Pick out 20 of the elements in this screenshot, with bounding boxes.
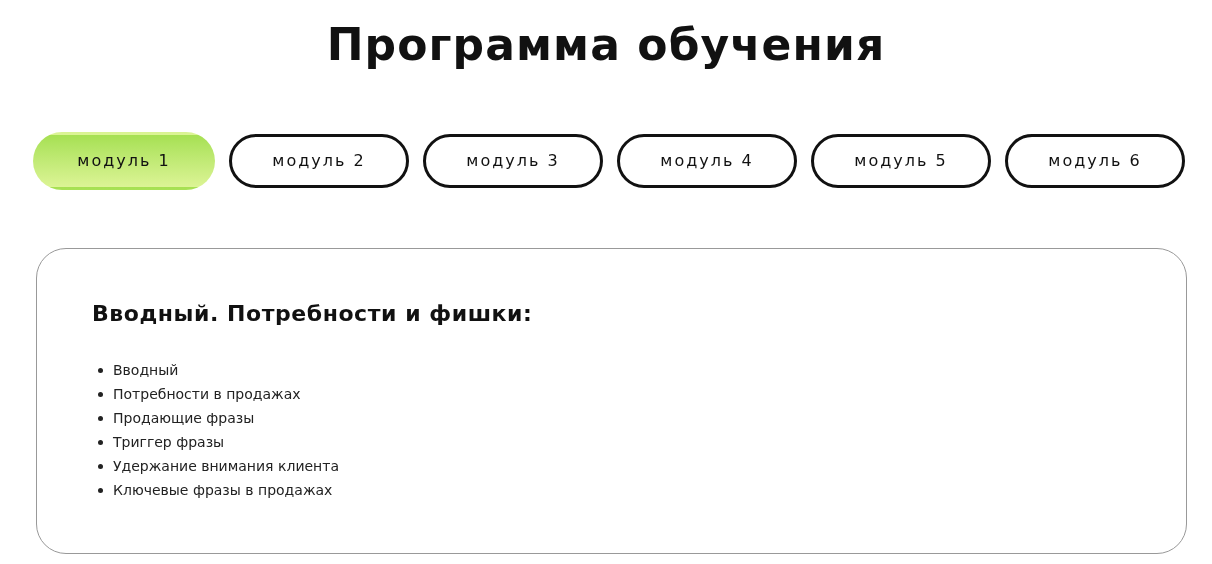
topic-item: Вводный	[113, 360, 179, 380]
topic-item: Потребности в продажах	[113, 384, 301, 404]
topic-item: Продающие фразы	[113, 408, 255, 428]
bullet-icon	[98, 367, 103, 373]
module-tab[interactable]: модуль 5	[811, 134, 991, 188]
module-tab[interactable]: модуль 6	[1005, 134, 1185, 188]
topic-item: Ключевые фразы в продажах	[113, 480, 333, 500]
bullet-icon	[98, 487, 103, 493]
topic-item: Удержание внимания клиента	[113, 456, 339, 476]
bullet-icon	[98, 391, 103, 397]
page-title: Программа обучения	[326, 18, 886, 72]
topic-item: Триггер фразы	[113, 432, 225, 452]
module-heading: Вводный. Потребности и фишки:	[92, 300, 534, 328]
bullet-icon	[98, 415, 103, 421]
module-tab[interactable]: модуль 1	[33, 132, 215, 190]
module-tab[interactable]: модуль 3	[423, 134, 603, 188]
bullet-icon	[98, 439, 103, 445]
bullet-icon	[98, 463, 103, 469]
module-tab[interactable]: модуль 4	[617, 134, 797, 188]
module-tab[interactable]: модуль 2	[229, 134, 409, 188]
